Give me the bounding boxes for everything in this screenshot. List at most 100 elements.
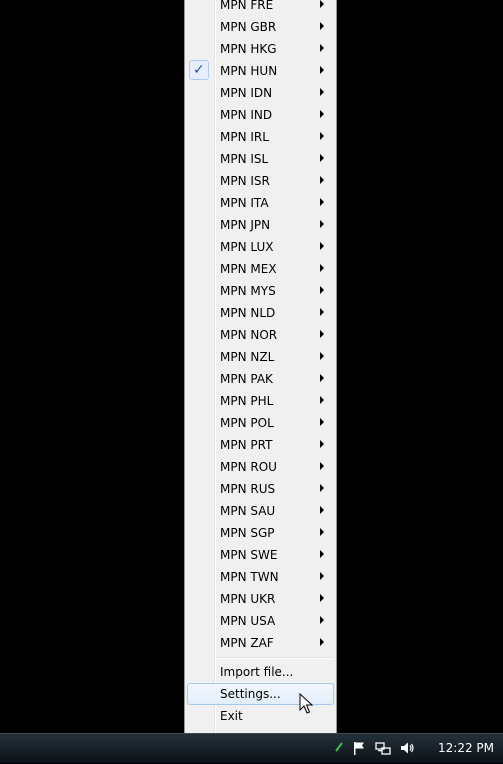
menu-item-mpn-usa[interactable]: MPN USA bbox=[187, 610, 334, 632]
submenu-arrow-icon bbox=[320, 176, 324, 184]
menu-item-label: MPN ITA bbox=[220, 196, 269, 210]
menu-item-mpn-sau[interactable]: MPN SAU bbox=[187, 500, 334, 522]
submenu-arrow-icon bbox=[320, 44, 324, 52]
volume-icon[interactable] bbox=[399, 740, 415, 756]
taskbar-clock[interactable]: 12:22 PM bbox=[438, 740, 494, 756]
menu-item-label: MPN HKG bbox=[220, 42, 277, 56]
network-icon[interactable] bbox=[375, 740, 391, 756]
menu-item-mpn-ukr[interactable]: MPN UKR bbox=[187, 588, 334, 610]
submenu-arrow-icon bbox=[320, 220, 324, 228]
submenu-arrow-icon bbox=[320, 418, 324, 426]
submenu-arrow-icon bbox=[320, 330, 324, 338]
menu-item-mpn-irl[interactable]: MPN IRL bbox=[187, 126, 334, 148]
menu-separator bbox=[217, 657, 332, 659]
menu-item-mpn-isl[interactable]: MPN ISL bbox=[187, 148, 334, 170]
submenu-arrow-icon bbox=[320, 132, 324, 140]
menu-item-mpn-rou[interactable]: MPN ROU bbox=[187, 456, 334, 478]
menu-item-label: MPN FRE bbox=[220, 0, 274, 12]
submenu-arrow-icon bbox=[320, 638, 324, 646]
import-file-menu-item[interactable]: Import file... bbox=[187, 661, 334, 683]
submenu-arrow-icon bbox=[320, 308, 324, 316]
menu-item-mpn-ind[interactable]: MPN IND bbox=[187, 104, 334, 126]
submenu-arrow-icon bbox=[320, 396, 324, 404]
menu-item-mpn-jpn[interactable]: MPN JPN bbox=[187, 214, 334, 236]
menu-item-mpn-prt[interactable]: MPN PRT bbox=[187, 434, 334, 456]
menu-item-mpn-ita[interactable]: MPN ITA bbox=[187, 192, 334, 214]
submenu-arrow-icon bbox=[320, 462, 324, 470]
menu-item-label: MPN IDN bbox=[220, 86, 273, 100]
menu-item-mpn-nzl[interactable]: MPN NZL bbox=[187, 346, 334, 368]
menu-item-label: MPN ZAF bbox=[220, 636, 274, 650]
menu-item-mpn-sgp[interactable]: MPN SGP bbox=[187, 522, 334, 544]
menu-item-label: MPN NOR bbox=[220, 328, 278, 342]
menu-item-label: MPN TWN bbox=[220, 570, 279, 584]
context-menu: MPN FRE MPN GBR MPN HKG ✓ MPN HUN MPN IDN MPN … bbox=[184, 0, 337, 756]
menu-item-label: MPN HUN bbox=[220, 64, 278, 78]
submenu-arrow-icon bbox=[320, 594, 324, 602]
menu-item-mpn-idn[interactable]: MPN IDN bbox=[187, 82, 334, 104]
submenu-arrow-icon bbox=[320, 110, 324, 118]
submenu-arrow-icon bbox=[320, 616, 324, 624]
menu-item-label: MPN PRT bbox=[220, 438, 273, 452]
menu-item-label: MPN UKR bbox=[220, 592, 276, 606]
menu-item-label: MPN IND bbox=[220, 108, 273, 122]
menu-item-label: MPN SGP bbox=[220, 526, 275, 540]
menu-item-label: MPN MEX bbox=[220, 262, 277, 276]
menu-item-mpn-zaf[interactable]: MPN ZAF bbox=[187, 632, 334, 654]
menu-item-mpn-nld[interactable]: MPN NLD bbox=[187, 302, 334, 324]
menu-item-label: MPN ISR bbox=[220, 174, 270, 188]
menu-item-label: MPN SWE bbox=[220, 548, 278, 562]
menu-item-label: MPN ROU bbox=[220, 460, 277, 474]
submenu-arrow-icon bbox=[320, 242, 324, 250]
menu-item-mpn-pak[interactable]: MPN PAK bbox=[187, 368, 334, 390]
menu-item-mpn-nor[interactable]: MPN NOR bbox=[187, 324, 334, 346]
menu-item-label: MPN JPN bbox=[220, 218, 271, 232]
menu-item-mpn-twn[interactable]: MPN TWN bbox=[187, 566, 334, 588]
checkmark-box: ✓ bbox=[189, 60, 209, 80]
menu-item-mpn-fre[interactable]: MPN FRE bbox=[187, 0, 334, 16]
menu-item-label: MPN PHL bbox=[220, 394, 274, 408]
menu-item-mpn-hkg[interactable]: MPN HKG bbox=[187, 38, 334, 60]
submenu-arrow-icon bbox=[320, 484, 324, 492]
menu-item-mpn-phl[interactable]: MPN PHL bbox=[187, 390, 334, 412]
menu-item-label: MPN MYS bbox=[220, 284, 276, 298]
submenu-arrow-icon bbox=[320, 88, 324, 96]
action-center-flag-icon[interactable] bbox=[351, 740, 367, 756]
submenu-arrow-icon bbox=[320, 572, 324, 580]
menu-item-label: MPN PAK bbox=[220, 372, 273, 386]
submenu-arrow-icon bbox=[320, 154, 324, 162]
menu-item-mpn-isr[interactable]: MPN ISR bbox=[187, 170, 334, 192]
menu-item-label: MPN USA bbox=[220, 614, 276, 628]
menu-item-mpn-lux[interactable]: MPN LUX bbox=[187, 236, 334, 258]
submenu-arrow-icon bbox=[320, 528, 324, 536]
submenu-arrow-icon bbox=[320, 352, 324, 360]
menu-item-mpn-pol[interactable]: MPN POL bbox=[187, 412, 334, 434]
taskbar: 12:22 PM bbox=[0, 733, 503, 763]
menu-item-mpn-mex[interactable]: MPN MEX bbox=[187, 258, 334, 280]
menu-item-label: MPN POL bbox=[220, 416, 274, 430]
menu-item-mpn-mys[interactable]: MPN MYS bbox=[187, 280, 334, 302]
settings-label: Settings... bbox=[220, 687, 281, 701]
menu-item-label: MPN SAU bbox=[220, 504, 276, 518]
mouse-pointer-icon bbox=[299, 693, 313, 714]
menu-item-mpn-rus[interactable]: MPN RUS bbox=[187, 478, 334, 500]
checkmark-icon: ✓ bbox=[193, 62, 205, 78]
menu-item-mpn-swe[interactable]: MPN SWE bbox=[187, 544, 334, 566]
submenu-arrow-icon bbox=[320, 22, 324, 30]
green-signal-icon[interactable] bbox=[335, 742, 343, 752]
menu-item-mpn-gbr[interactable]: MPN GBR bbox=[187, 16, 334, 38]
import-file-label: Import file... bbox=[220, 665, 294, 679]
submenu-arrow-icon bbox=[320, 198, 324, 206]
submenu-arrow-icon bbox=[320, 506, 324, 514]
submenu-arrow-icon bbox=[320, 66, 324, 74]
menu-item-label: MPN IRL bbox=[220, 130, 269, 144]
menu-item-label: MPN LUX bbox=[220, 240, 274, 254]
menu-item-label: MPN RUS bbox=[220, 482, 276, 496]
submenu-arrow-icon bbox=[320, 0, 324, 8]
menu-item-label: MPN NLD bbox=[220, 306, 276, 320]
menu-item-label: MPN NZL bbox=[220, 350, 275, 364]
menu-item-mpn-hun[interactable]: ✓ MPN HUN bbox=[187, 60, 334, 82]
menu-item-label: MPN ISL bbox=[220, 152, 269, 166]
submenu-arrow-icon bbox=[320, 550, 324, 558]
notification-area: 12:22 PM bbox=[335, 734, 503, 764]
